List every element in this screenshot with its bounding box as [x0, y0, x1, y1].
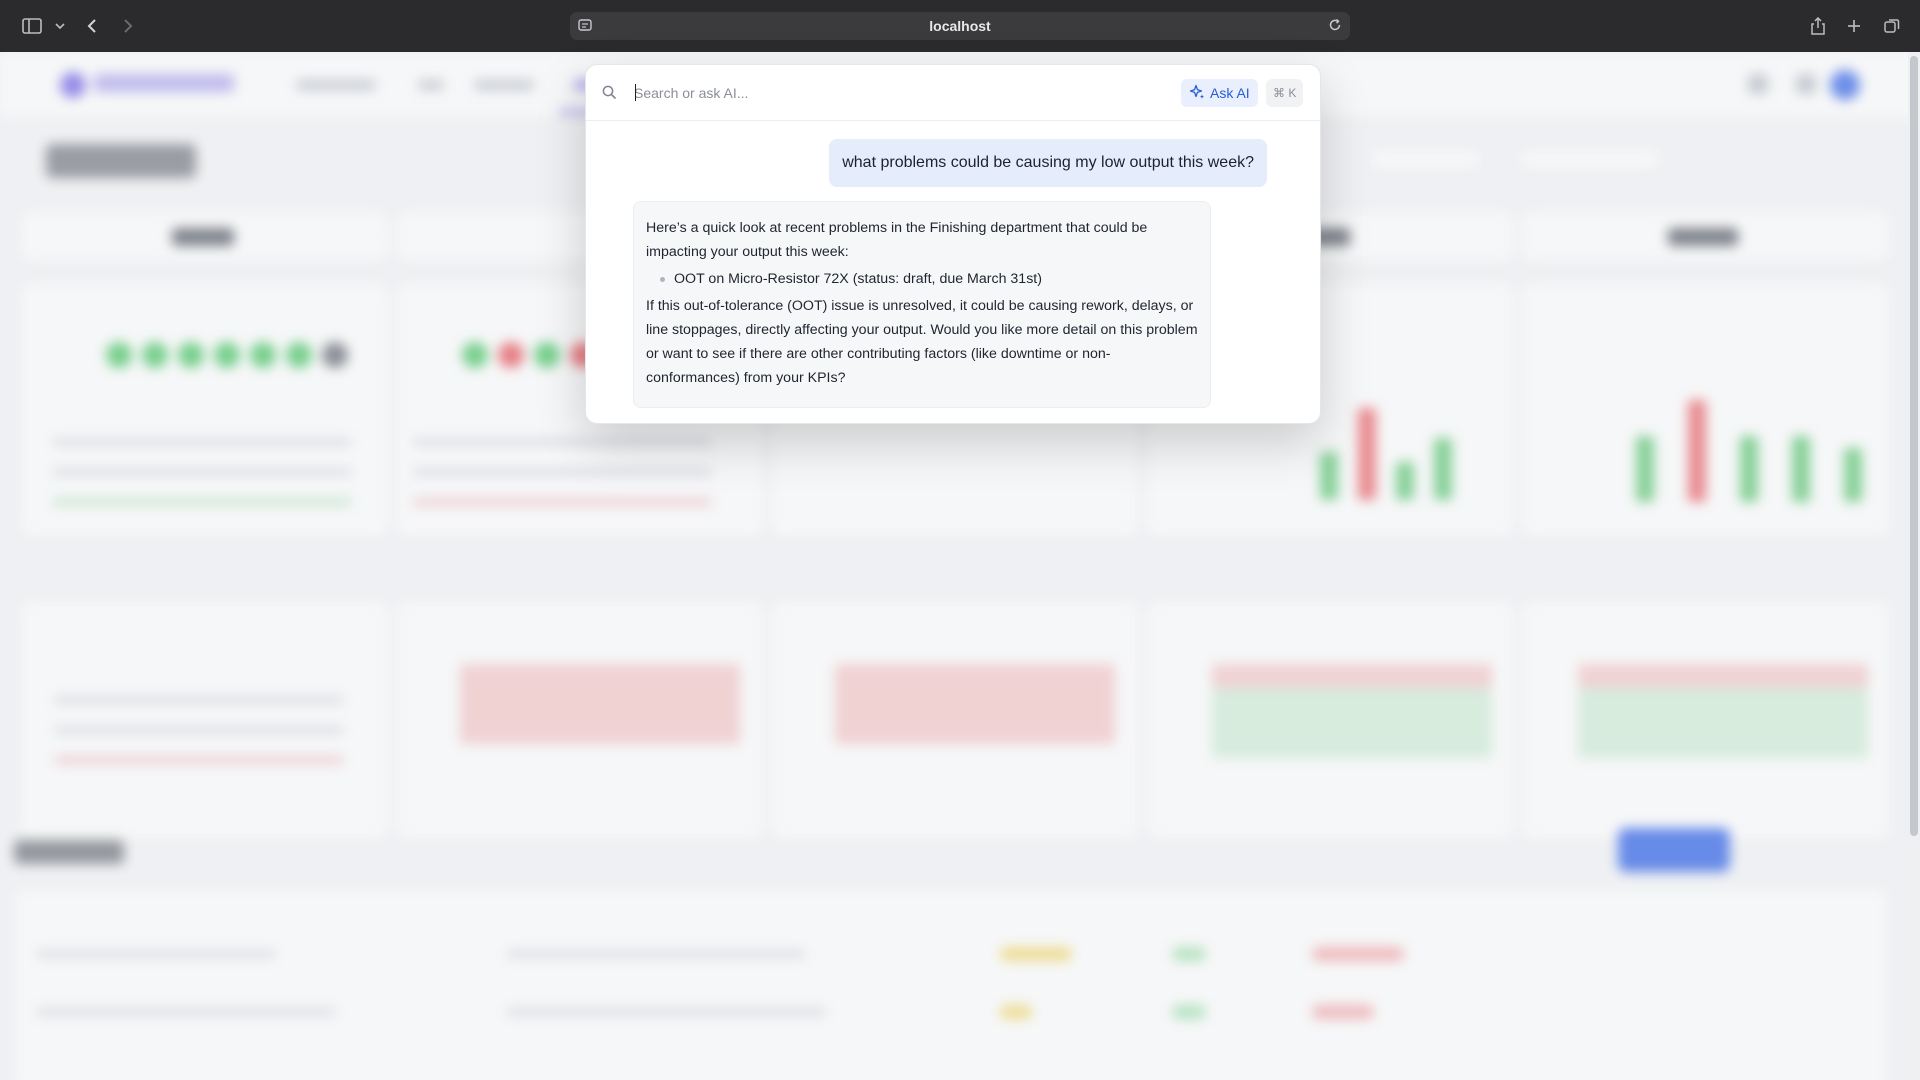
- command-palette: Ask AI ⌘ K what problems could be causin…: [585, 64, 1321, 424]
- user-message-bubble: what problems could be causing my low ou…: [829, 139, 1267, 187]
- search-input[interactable]: [634, 81, 1154, 105]
- ai-response-list: OOT on Micro-Resistor 72X (status: draft…: [646, 267, 1198, 291]
- url-text: localhost: [929, 18, 991, 34]
- search-icon: [602, 85, 617, 105]
- chevron-down-icon[interactable]: [48, 14, 72, 38]
- new-tab-icon[interactable]: [1842, 14, 1866, 38]
- user-message-text: what problems could be causing my low ou…: [842, 154, 1254, 171]
- share-icon[interactable]: [1806, 14, 1830, 38]
- ai-response-bubble: Here’s a quick look at recent problems i…: [633, 201, 1211, 408]
- ai-response-list-item: OOT on Micro-Resistor 72X (status: draft…: [660, 267, 1198, 291]
- back-icon[interactable]: [80, 14, 104, 38]
- ask-ai-label: Ask AI: [1210, 85, 1250, 101]
- sidebar-toggle-icon[interactable]: [20, 14, 44, 38]
- browser-toolbar: localhost: [0, 0, 1920, 52]
- page-scrollbar-thumb[interactable]: [1910, 56, 1918, 836]
- ai-response-outro: If this out-of-tolerance (OOT) issue is …: [646, 298, 1198, 386]
- sparkle-icon: [1189, 84, 1205, 103]
- address-bar[interactable]: localhost: [570, 12, 1350, 40]
- shortcut-label: ⌘ K: [1273, 86, 1297, 100]
- keyboard-shortcut-badge: ⌘ K: [1266, 79, 1304, 107]
- search-row: Ask AI ⌘ K: [586, 65, 1320, 121]
- ai-response-intro: Here’s a quick look at recent problems i…: [646, 220, 1148, 260]
- text-caret: [635, 84, 636, 101]
- forward-icon[interactable]: [116, 14, 140, 38]
- ask-ai-button[interactable]: Ask AI: [1181, 79, 1258, 107]
- reload-icon[interactable]: [1328, 18, 1342, 37]
- tab-overview-icon[interactable]: [1880, 14, 1904, 38]
